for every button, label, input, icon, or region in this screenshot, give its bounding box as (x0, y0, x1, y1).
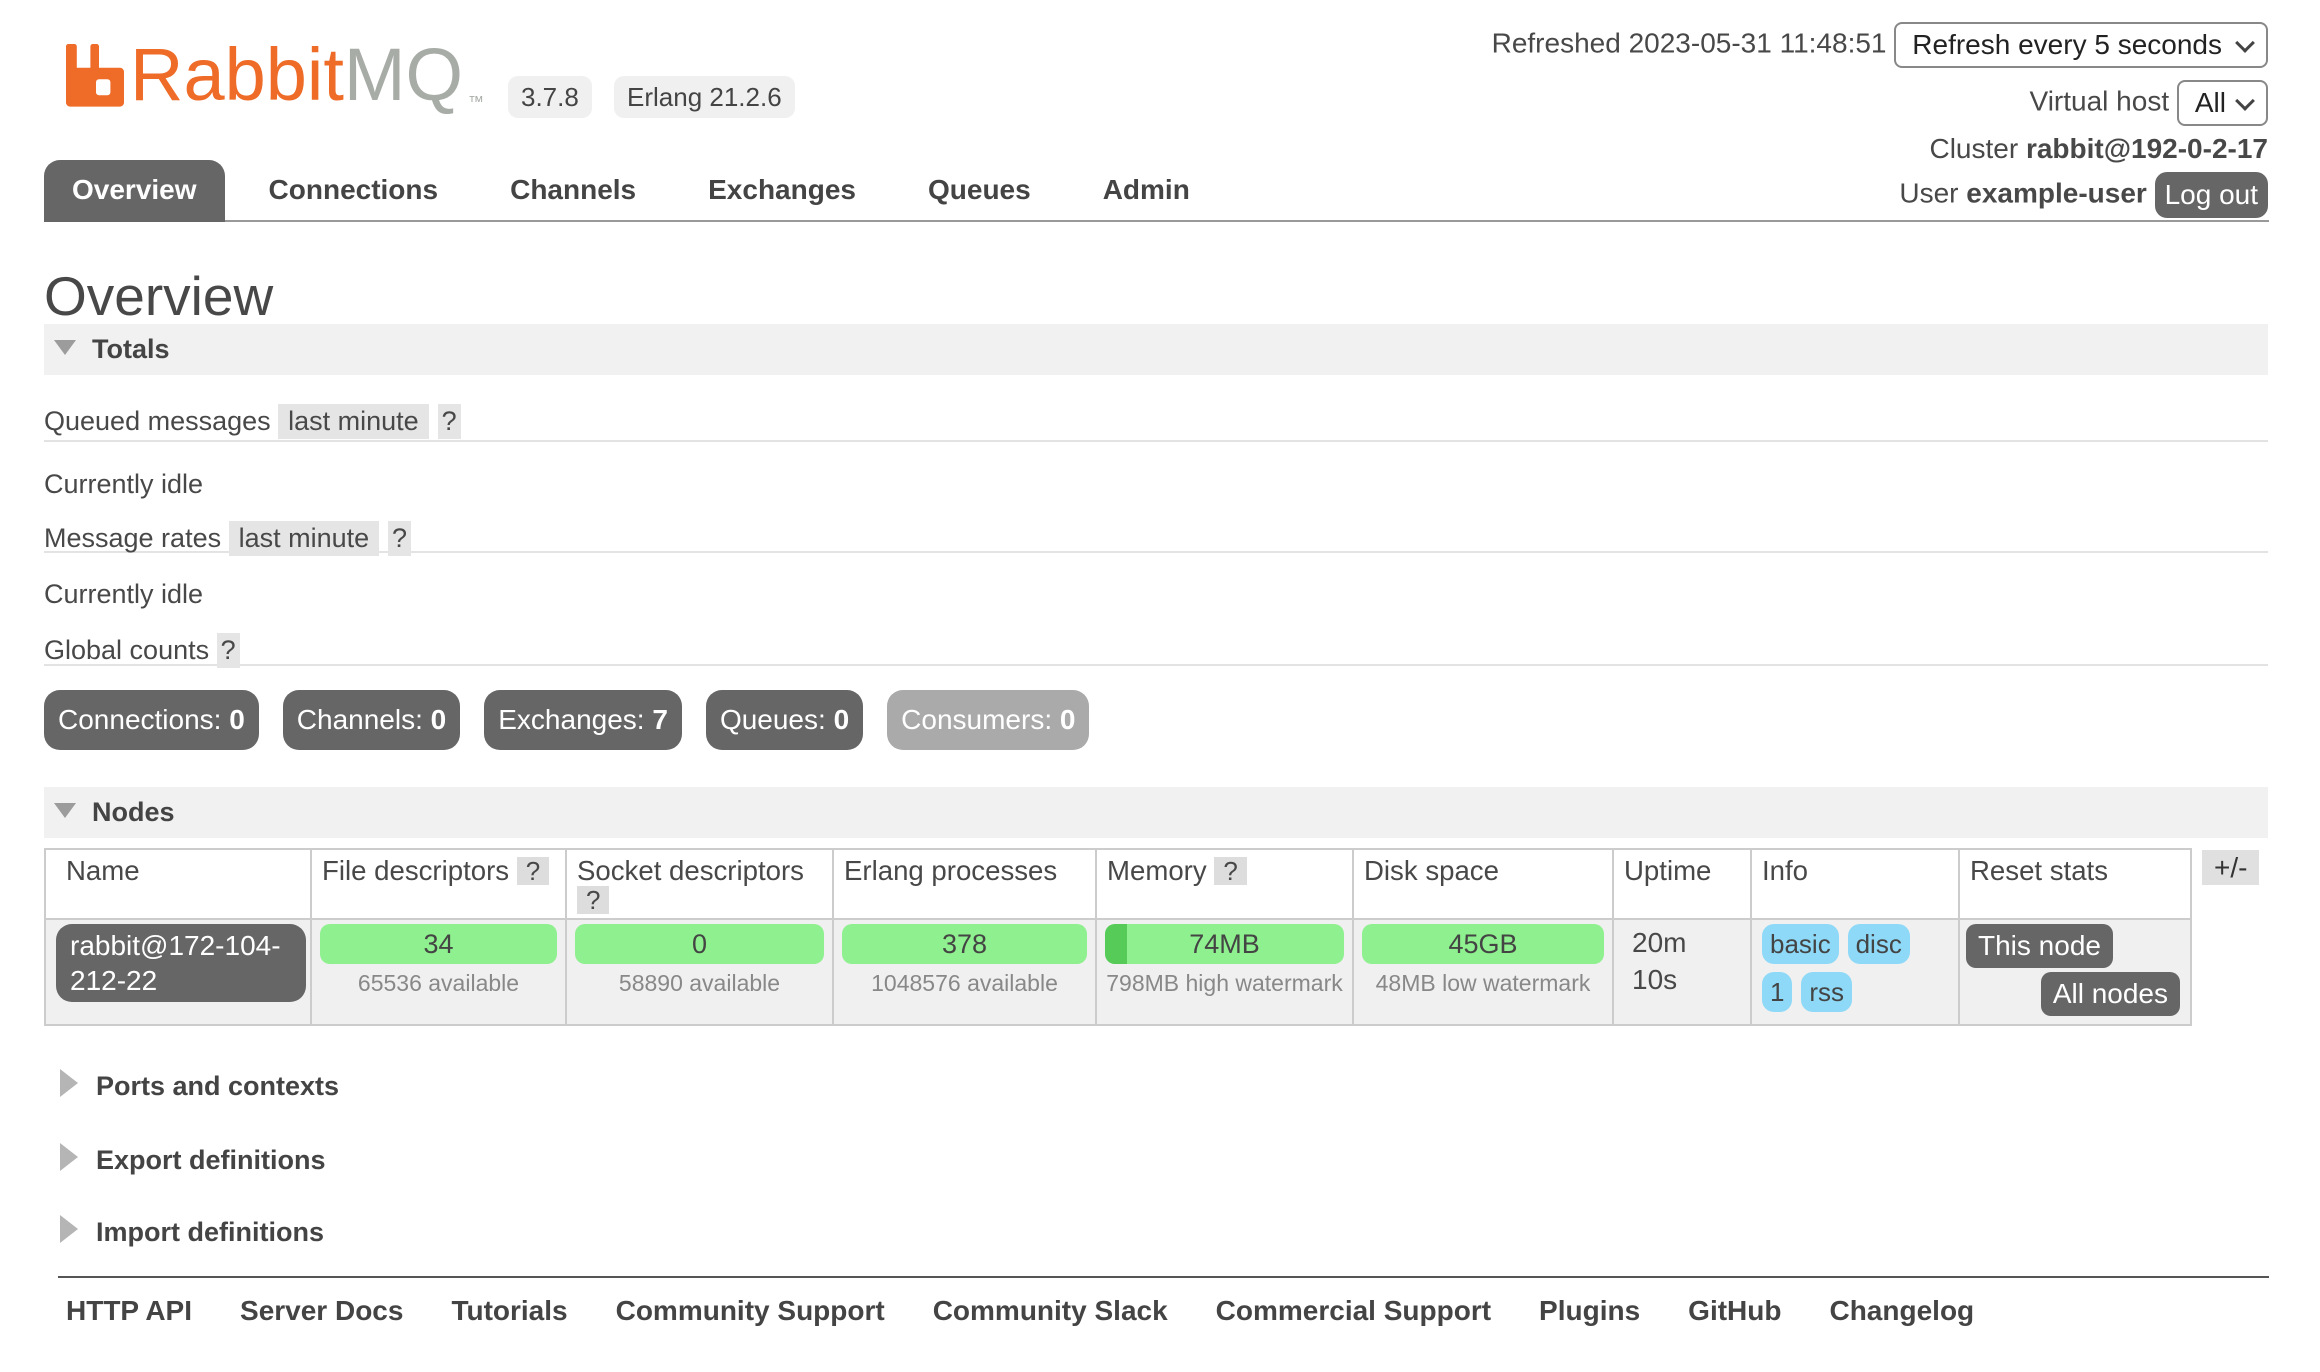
svg-text:RabbitMQ: RabbitMQ (130, 44, 463, 116)
svg-text:™: ™ (468, 94, 484, 111)
